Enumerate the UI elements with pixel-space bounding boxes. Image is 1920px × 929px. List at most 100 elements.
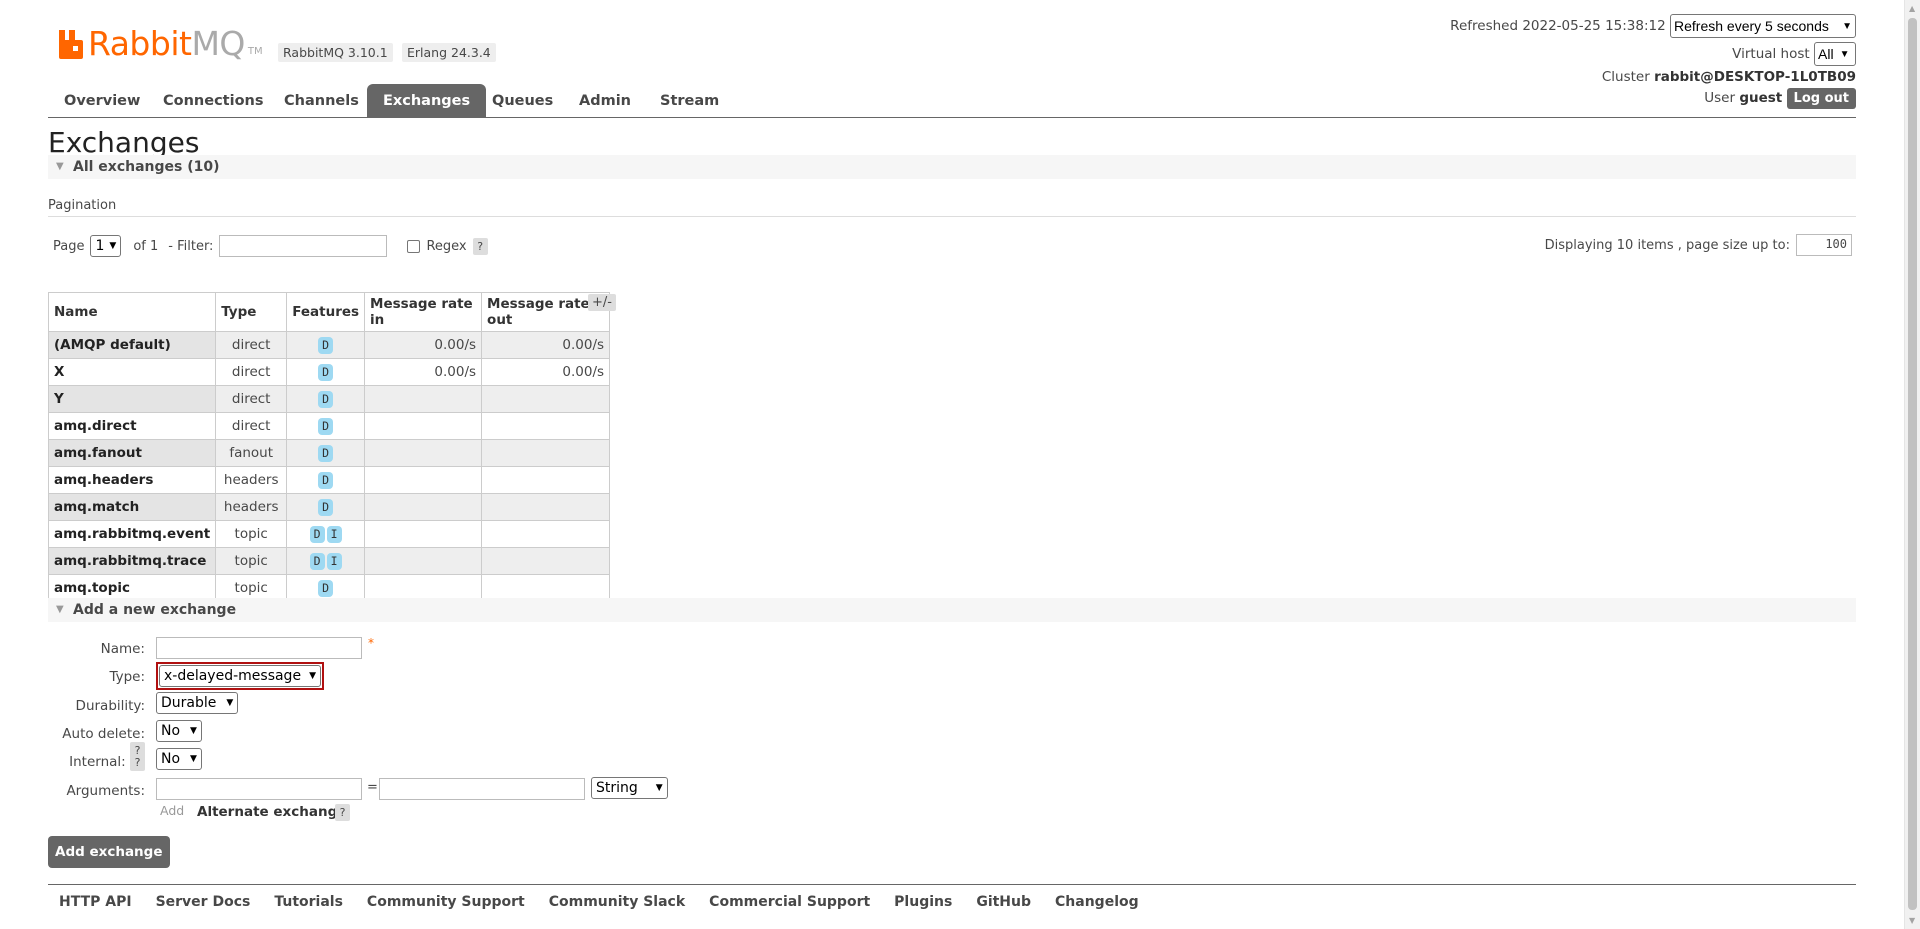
exchange-features-cell: D — [286, 412, 366, 440]
exchange-name-cell[interactable]: amq.rabbitmq.trace — [47, 547, 217, 575]
exchange-features-cell: D — [286, 466, 366, 494]
table-row[interactable]: amq.headers headers D — [47, 466, 611, 494]
chevron-down-icon: ▼ — [655, 783, 663, 793]
vhost-row: Virtual host All ▼ — [1556, 42, 1856, 66]
add-exchange-section-toggle[interactable]: ▼ Add a new exchange — [48, 598, 1856, 622]
footer-link-http-api[interactable]: HTTP API — [59, 894, 132, 910]
exchange-name-cell[interactable]: amq.headers — [47, 466, 217, 494]
page-select[interactable]: 1 ▼ — [90, 235, 122, 257]
rate-out-cell: 0.00/s — [481, 358, 611, 386]
table-row[interactable]: Xdirect D 0.00/s 0.00/s — [47, 358, 611, 386]
logo-trademark: TM — [247, 45, 263, 57]
rate-out-cell — [481, 520, 611, 548]
footer-link-community-slack[interactable]: Community Slack — [549, 894, 685, 910]
equals-sign: = — [367, 780, 378, 795]
exchange-name-cell[interactable]: amq.rabbitmq.event — [47, 520, 217, 548]
table-row[interactable]: amq.rabbitmq.trace topic D I — [47, 547, 611, 575]
rate-out-cell — [481, 466, 611, 494]
scroll-up-arrow-icon[interactable]: ▲ — [1909, 4, 1915, 13]
rate-out-cell — [481, 385, 611, 413]
filter-input[interactable] — [219, 235, 388, 257]
col-type[interactable]: Type — [215, 292, 288, 332]
vhost-label: Virtual host — [1732, 46, 1810, 62]
durable-badge: D — [318, 498, 334, 516]
table-row[interactable]: amq.match headers D — [47, 493, 611, 521]
add-argument-link[interactable]: Add — [160, 803, 184, 818]
footer-link-commercial-support[interactable]: Commercial Support — [709, 894, 870, 910]
col-features[interactable]: Features — [286, 292, 366, 332]
col-rate-in[interactable]: Message rate in — [364, 292, 483, 332]
exchange-name-cell[interactable]: (AMQP default) — [47, 331, 217, 359]
rate-in-cell — [364, 412, 483, 440]
exchanges-table: Name Type Features Message rate in Messa… — [47, 292, 611, 602]
durability-select[interactable]: Durable ▼ — [156, 692, 239, 714]
exchange-type-cell: direct — [215, 412, 288, 440]
durable-badge: D — [318, 336, 334, 354]
chevron-down-icon: ▼ — [1842, 20, 1852, 32]
table-row[interactable]: Ydirect D — [47, 385, 611, 413]
internal-help-button[interactable]: ? — [130, 754, 145, 771]
exchanges-table-body: (AMQP default) direct D 0.00/s 0.00/s Xdirect… — [47, 331, 611, 602]
rate-in-cell — [364, 520, 483, 548]
tab-stream[interactable]: Stream — [644, 84, 735, 118]
chevron-down-icon: ▼ — [1839, 48, 1850, 60]
type-select[interactable]: x-delayed-message ▼ — [159, 665, 321, 687]
of-pages: of 1 — [133, 238, 159, 254]
footer-link-changelog[interactable]: Changelog — [1055, 894, 1139, 910]
table-row[interactable]: amq.rabbitmq.event topic D I — [47, 520, 611, 548]
triangle-down-icon: ▼ — [56, 604, 64, 615]
tab-admin[interactable]: Admin — [563, 84, 647, 118]
exchange-name-cell[interactable]: amq.direct — [47, 412, 217, 440]
scrollbar-thumb[interactable] — [1908, 18, 1917, 910]
footer-link-github[interactable]: GitHub — [976, 894, 1031, 910]
regex-label: Regex — [426, 238, 467, 254]
exchange-features-cell: D — [286, 358, 366, 386]
exchange-name-cell[interactable]: Y — [47, 385, 217, 413]
tab-channels[interactable]: Channels — [268, 84, 375, 118]
chevron-down-icon: ▼ — [190, 754, 197, 764]
refresh-select[interactable]: Refresh every 5 seconds ▼ — [1670, 14, 1856, 38]
page-label: Page — [53, 238, 85, 254]
col-name[interactable]: Name — [47, 292, 217, 332]
exchange-name-cell[interactable]: amq.match — [47, 493, 217, 521]
page-size-input[interactable]: 100 — [1796, 234, 1852, 256]
exchange-type-cell: headers — [215, 493, 288, 521]
durable-badge: D — [318, 363, 334, 381]
tab-exchanges[interactable]: Exchanges — [367, 84, 487, 118]
scroll-down-arrow-icon[interactable]: ▼ — [1909, 916, 1915, 925]
exchange-name-cell[interactable]: X — [47, 358, 217, 386]
cluster-row: Cluster rabbit@DESKTOP-1L0TB09 — [1456, 69, 1856, 85]
footer-link-community-support[interactable]: Community Support — [367, 894, 525, 910]
regex-checkbox[interactable] — [407, 239, 421, 253]
table-row[interactable]: (AMQP default) direct D 0.00/s 0.00/s — [47, 331, 611, 359]
all-exchanges-section-toggle[interactable]: ▼ All exchanges (10) — [48, 155, 1856, 179]
footer-link-server-docs[interactable]: Server Docs — [156, 894, 251, 910]
add-exchange-button[interactable]: Add exchange — [48, 836, 170, 868]
auto-delete-select[interactable]: No ▼ — [156, 720, 202, 742]
vhost-select[interactable]: All ▼ — [1814, 42, 1856, 66]
internal-select[interactable]: No ▼ — [156, 748, 202, 770]
exchange-name-cell[interactable]: amq.fanout — [47, 439, 217, 467]
footer-link-plugins[interactable]: Plugins — [894, 894, 952, 910]
exchange-features-cell: DI — [286, 547, 366, 575]
tab-connections[interactable]: Connections — [147, 84, 280, 118]
rabbitmq-logo[interactable]: RabbitMQ TM — [58, 26, 263, 62]
tab-overview[interactable]: Overview — [48, 84, 156, 118]
auto-delete-label: Auto delete: — [62, 726, 145, 742]
alternate-exchange-link[interactable]: Alternate exchange — [197, 804, 346, 820]
footer-link-tutorials[interactable]: Tutorials — [274, 894, 343, 910]
table-row[interactable]: amq.fanout fanout D — [47, 439, 611, 467]
table-row[interactable]: amq.direct direct D — [47, 412, 611, 440]
vertical-scrollbar[interactable]: ▲ ▼ — [1904, 0, 1920, 929]
regex-help-button[interactable]: ? — [472, 237, 488, 255]
exchange-name-input[interactable] — [156, 637, 362, 659]
alternate-exchange-help-button[interactable]: ? — [335, 804, 350, 821]
argument-key-input[interactable] — [156, 778, 362, 800]
argument-type-select[interactable]: String ▼ — [591, 777, 668, 799]
columns-toggle-button[interactable]: +/- — [588, 294, 616, 311]
required-marker: * — [368, 636, 374, 650]
tab-queues[interactable]: Queues — [476, 84, 569, 118]
argument-value-input[interactable] — [379, 778, 585, 800]
footer-links: HTTP API Server Docs Tutorials Community… — [48, 884, 1856, 910]
pagination-controls: Page 1 ▼ of 1 - Filter: Regex ? — [53, 235, 488, 257]
